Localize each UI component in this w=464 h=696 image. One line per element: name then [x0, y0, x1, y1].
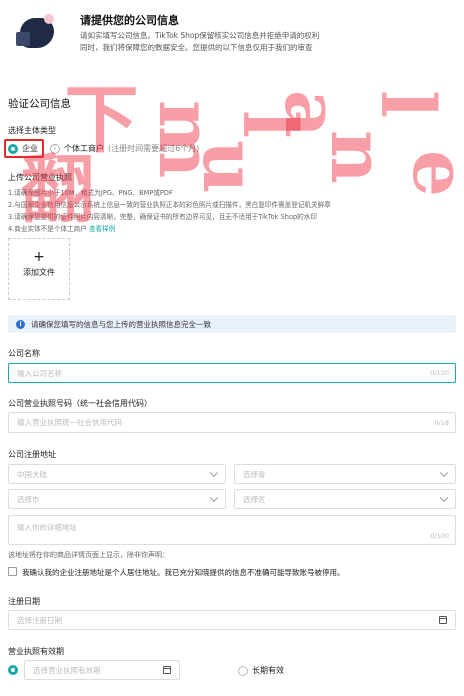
watermark-char: e — [396, 150, 464, 192]
watermark-char: 下 — [52, 80, 138, 148]
license-number-input[interactable]: 输入营业执照统一社会信用代码 0/18 — [8, 412, 456, 433]
address-label: 公司注册地址 — [8, 450, 56, 459]
requirement-1: 1.请确保图片小于10M，格式为JPG、PNG、BMP或PDF — [8, 189, 173, 197]
page-subtitle: 请如实填写公司信息。TikTok Shop保留核实公司信息并拒绝申请的权利 同时… — [80, 31, 320, 52]
region-select[interactable]: 中国大陆 — [8, 464, 226, 484]
calendar-icon — [439, 616, 447, 624]
address-detail-counter: 0/100 — [430, 532, 449, 540]
company-name-input[interactable]: 输入公司名称 0/120 — [8, 363, 456, 383]
radio-enterprise[interactable]: 企业 — [8, 143, 38, 154]
license-number-label: 公司营业执照号码（统一社会信用代码） — [8, 399, 152, 408]
watermark-char: l — [226, 110, 312, 133]
radio-selected-icon — [8, 143, 18, 154]
license-upload-label: 上传公司营业执照 — [8, 173, 72, 182]
calendar-icon — [163, 666, 171, 674]
province-select[interactable]: 选择省 — [234, 464, 456, 484]
registration-date-picker[interactable]: 选择注册日期 — [8, 610, 456, 630]
radio-individual-business[interactable]: i 个体工商户 (注册时间需要超过6个月) — [50, 143, 199, 154]
chevron-down-icon — [439, 468, 449, 478]
tiktok-shop-logo — [14, 12, 60, 52]
watermark-char: n — [314, 130, 400, 178]
add-file-button[interactable]: + 添加文件 — [8, 238, 70, 300]
page-header: 请提供您的公司信息 请如实填写公司信息。TikTok Shop保留核实公司信息并… — [0, 0, 464, 68]
residential-address-checkbox[interactable] — [8, 567, 17, 576]
residential-address-checkbox-label: 我确认我的企业注册地址是个人居住地址。我已充分知晓提供的信息不准确可能导致账号被… — [22, 568, 345, 577]
watermark-char: m — [142, 100, 228, 173]
chevron-down-icon — [439, 493, 449, 503]
chevron-down-icon — [209, 468, 219, 478]
company-name-label: 公司名称 — [8, 349, 40, 358]
info-notice: i 请确保您填写的信息与您上传的营业执照信息完全一致 — [8, 315, 456, 333]
address-note: 该地址将在你的商品详情页面上显示，除非你声明： — [8, 551, 169, 559]
radio-unselected-icon — [238, 665, 248, 676]
chevron-down-icon — [209, 493, 219, 503]
requirement-2: 2.与国家企业信用信息公示系统上信息一致的营业执照正本的彩色照片或扫描件，黑白复… — [8, 201, 331, 209]
radio-long-term[interactable]: 长期有效 — [238, 665, 284, 676]
license-validity-label: 营业执照有效期 — [8, 647, 64, 656]
license-validity-date-picker[interactable]: 选择营业执照有效期 — [24, 660, 180, 680]
subject-type-label: 选择主体类型 — [8, 126, 56, 135]
radio-validity-date[interactable] — [8, 665, 22, 675]
requirement-3: 3.请确保您提供的证件照片内容清晰，完整，确保证书的所有边界可见，且无不适用于T… — [8, 213, 317, 221]
company-name-counter: 0/120 — [430, 369, 449, 377]
city-select[interactable]: 选择市 — [8, 489, 226, 509]
address-detail-input[interactable]: 输入你的详细地址 0/100 — [8, 515, 456, 545]
page-title: 请提供您的公司信息 — [80, 14, 179, 27]
radio-selected-icon — [8, 665, 18, 675]
add-file-label: 添加文件 — [23, 268, 55, 277]
plus-icon: + — [33, 249, 45, 265]
info-icon: i — [50, 143, 60, 154]
registration-date-label: 注册日期 — [8, 597, 40, 606]
watermark-char: l — [364, 90, 450, 113]
watermark-char: a — [268, 90, 354, 132]
requirement-4: 4.商业实体不是个体工商户 查看样例 — [8, 225, 116, 233]
license-number-counter: 0/18 — [434, 418, 449, 427]
view-example-link[interactable]: 查看样例 — [89, 225, 115, 233]
info-circle-icon: i — [16, 319, 25, 329]
section-title: 验证公司信息 — [8, 98, 71, 110]
district-select[interactable]: 选择区 — [234, 489, 456, 509]
watermark-char: u — [186, 140, 272, 188]
